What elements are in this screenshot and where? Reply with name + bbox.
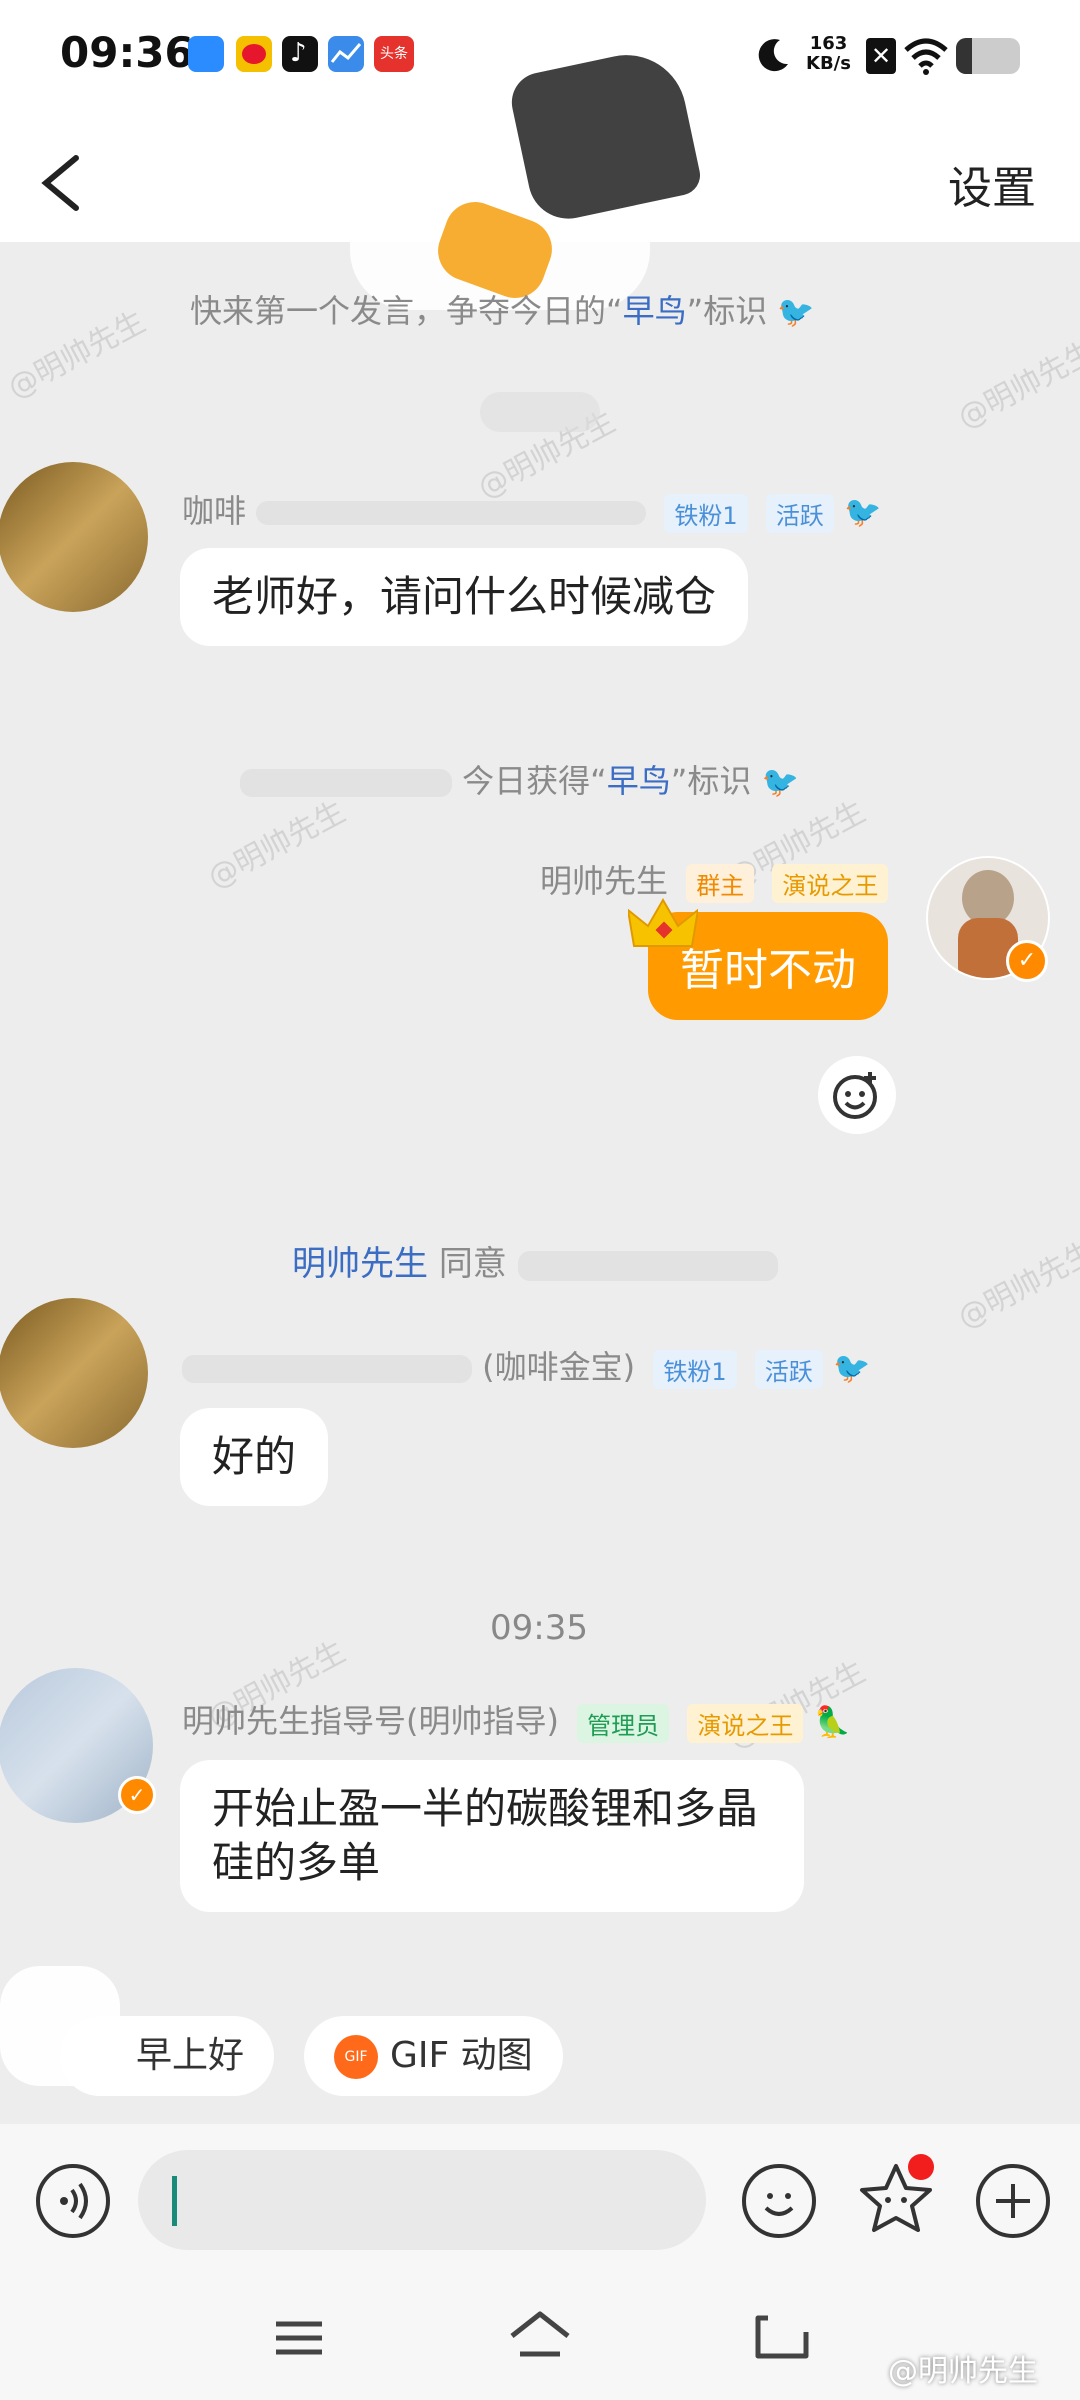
sender-name: 咖啡 [182,492,247,530]
early-bird-label: 早鸟 [622,292,687,330]
tiktok-app-icon: ♪ [282,36,318,72]
message-sender: (咖啡金宝) 铁粉1 活跃 🐦 [182,1342,870,1389]
redacted-name [182,1355,472,1383]
parrot-icon: 🦜 [813,1705,851,1740]
admin-badge: 管理员 [577,1703,670,1743]
crown-icon [628,897,698,947]
notice-text: ”标识 [670,762,752,800]
add-reaction-button[interactable] [818,1056,896,1134]
sender-name: (咖啡金宝) [482,1348,636,1386]
weibo-app-icon [236,36,272,72]
redacted-name [256,501,647,525]
file-app-icon [188,36,224,72]
status-time: 09:36 [60,28,194,77]
bird-icon: 🐦 [843,495,882,530]
first-speak-notice: 快来第一个发言，争夺今日的“早鸟”标识 🐦 [190,286,815,332]
message-bubble[interactable]: 好的 [180,1408,329,1506]
notice-text: 今日获得“ [462,762,607,800]
sender-name: 明帅先生 [540,862,669,900]
bird-icon: 🐦 [761,765,799,800]
watermark: @明帅先生 [2,304,152,406]
redacted-emoji [0,1966,120,2086]
moon-icon [758,39,788,72]
home-icon[interactable] [508,2310,572,2362]
notice-text: ”标识 [686,292,768,330]
early-bird-label: 早鸟 [606,762,671,800]
chip-label: GIF 动图 [390,2035,533,2076]
gif-icon: GIF [334,2035,378,2079]
message-sender: 咖啡 铁粉1 活跃 🐦 [182,486,881,533]
avatar[interactable] [0,1298,148,1448]
message-input[interactable] [138,2150,706,2250]
speed-unit: KB/s [806,53,851,74]
voice-icon [60,2182,88,2220]
watermark: @明帅先生 [952,1234,1080,1336]
settings-button[interactable]: 设置 [948,152,1036,216]
speed-value: 163 [809,33,848,54]
return-icon[interactable] [754,2312,810,2362]
sender-name: 明帅先生指导号(明帅指导) [182,1702,559,1740]
watermark: @明帅先生 [952,334,1080,436]
message-sender: 明帅先生 群主 演说之王 [540,856,889,903]
menu-icon[interactable] [274,2318,324,2358]
emoji-button[interactable] [742,2164,816,2238]
stock-app-icon [328,36,364,72]
message-timestamp: 09:35 [490,1608,588,1648]
redacted-text [517,1250,778,1281]
notification-dot [908,2154,934,2180]
fan-badge: 铁粉1 [664,493,748,533]
sim-off-icon: ✕ [866,38,896,74]
battery-icon [956,38,1020,74]
message-bubble[interactable]: 老师好，请问什么时候减仓 [180,548,749,646]
verified-icon: ✓ [1006,940,1048,982]
message-sender: 明帅先生指导号(明帅指导) 管理员 演说之王 🦜 [182,1696,851,1743]
fan-badge: 铁粉1 [653,1349,737,1389]
speech-king-badge: 演说之王 [687,1703,804,1743]
avatar[interactable] [0,462,148,612]
more-button[interactable] [976,2164,1050,2238]
network-speed: 163 KB/s [806,34,851,74]
wifi-icon [904,38,948,75]
quick-reply-gif[interactable]: GIF GIF 动图 [304,2016,563,2096]
chip-label: 早上好 [136,2035,245,2076]
add-emoji-icon [833,1072,877,1119]
toutiao-app-icon: 头条 [374,36,414,72]
active-badge: 活跃 [765,493,834,533]
approver-name[interactable]: 明帅先生 [292,1244,428,1284]
verified-icon: ✓ [118,1776,156,1814]
back-icon[interactable] [36,148,96,218]
bird-icon: 🐦 [777,295,815,330]
redacted-time [480,392,600,432]
watermark-footer: @明帅先生 [888,2354,1038,2389]
active-badge: 活跃 [754,1349,823,1389]
redacted-name [240,769,452,797]
message-bubble[interactable]: 开始止盈一半的碳酸锂和多晶硅的多单 [180,1760,804,1912]
emoji-icon [764,2193,794,2216]
notice-text: 快来第一个发言，争夺今日的“ [190,292,623,330]
notice-text: 同意 [438,1244,507,1284]
watermark: @明帅先生 [202,794,352,896]
bird-icon: 🐦 [832,1351,871,1386]
early-bird-notice: 今日获得“早鸟”标识 🐦 [240,756,799,802]
speech-king-badge: 演说之王 [772,863,889,903]
text-cursor [172,2176,177,2226]
voice-button[interactable] [36,2164,110,2238]
plus-icon [996,2184,1030,2218]
approve-notice: 明帅先生 同意 [292,1236,778,1285]
